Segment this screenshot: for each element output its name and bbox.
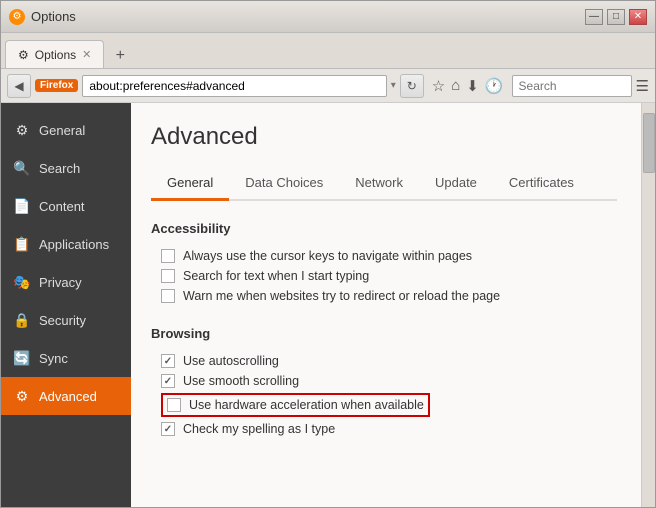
spell-check-label: Check my spelling as I type <box>183 422 335 436</box>
home-icon[interactable]: ⌂ <box>451 77 460 94</box>
sidebar-label-general: General <box>39 123 85 138</box>
privacy-icon: 🎭 <box>13 273 31 291</box>
search-typing-label: Search for text when I start typing <box>183 269 369 283</box>
sidebar-item-privacy[interactable]: 🎭 Privacy <box>1 263 131 301</box>
sidebar-label-advanced: Advanced <box>39 389 97 404</box>
address-bar: ◀ Firefox ▾ ↻ ☆ ⌂ ⬇ 🕐 ☰ <box>1 69 655 103</box>
minimize-button[interactable]: — <box>585 9 603 25</box>
sidebar-label-content: Content <box>39 199 85 214</box>
warn-redirect-label: Warn me when websites try to redirect or… <box>183 289 500 303</box>
sidebar: ⚙ General 🔍 Search 📄 Content 📋 Applicati… <box>1 103 131 507</box>
autoscroll-checkbox[interactable] <box>161 354 175 368</box>
content-wrapper: Advanced General Data Choices Network Up… <box>151 123 635 439</box>
main-layout: ⚙ General 🔍 Search 📄 Content 📋 Applicati… <box>1 103 655 507</box>
checkbox-row-cursor-keys: Always use the cursor keys to navigate w… <box>161 246 617 266</box>
hw-accel-label: Use hardware acceleration when available <box>189 398 424 412</box>
sidebar-item-content[interactable]: 📄 Content <box>1 187 131 225</box>
tab-icon: ⚙ <box>18 48 29 62</box>
smooth-scroll-checkbox[interactable] <box>161 374 175 388</box>
content-icon: 📄 <box>13 197 31 215</box>
advanced-icon: ⚙ <box>13 387 31 405</box>
new-tab-button[interactable]: + <box>108 44 132 68</box>
close-button[interactable]: ✕ <box>629 9 647 25</box>
sidebar-item-security[interactable]: 🔒 Security <box>1 301 131 339</box>
cursor-keys-checkbox[interactable] <box>161 249 175 263</box>
sidebar-item-general[interactable]: ⚙ General <box>1 111 131 149</box>
scrollbar-thumb[interactable] <box>643 113 655 173</box>
browser-tab[interactable]: ⚙ Options ✕ <box>5 40 104 68</box>
page-title: Advanced <box>151 123 617 151</box>
checkbox-row-search-typing: Search for text when I start typing <box>161 266 617 286</box>
title-bar: ⚙ Options — □ ✕ <box>1 1 655 33</box>
sidebar-label-sync: Sync <box>39 351 68 366</box>
history-icon[interactable]: 🕐 <box>485 77 504 95</box>
download-icon[interactable]: ⬇ <box>466 77 479 95</box>
security-icon: 🔒 <box>13 311 31 329</box>
bookmark-icon[interactable]: ☆ <box>432 77 445 95</box>
cursor-keys-label: Always use the cursor keys to navigate w… <box>183 249 472 263</box>
general-icon: ⚙ <box>13 121 31 139</box>
sync-icon: 🔄 <box>13 349 31 367</box>
hw-accel-checkbox[interactable] <box>167 398 181 412</box>
tab-network[interactable]: Network <box>339 167 419 201</box>
tab-general[interactable]: General <box>151 167 229 201</box>
checkbox-row-autoscroll: Use autoscrolling <box>161 351 617 371</box>
maximize-button[interactable]: □ <box>607 9 625 25</box>
firefox-badge: Firefox <box>35 79 78 92</box>
sidebar-label-security: Security <box>39 313 86 328</box>
smooth-scroll-label: Use smooth scrolling <box>183 374 299 388</box>
warn-redirect-checkbox[interactable] <box>161 289 175 303</box>
highlighted-hw-accel-row: Use hardware acceleration when available <box>161 393 430 417</box>
accessibility-title: Accessibility <box>151 221 617 236</box>
sidebar-item-applications[interactable]: 📋 Applications <box>1 225 131 263</box>
sidebar-label-applications: Applications <box>39 237 109 252</box>
browsing-section: Browsing Use autoscrolling Use smooth sc… <box>151 326 617 439</box>
url-input[interactable] <box>82 75 386 97</box>
window-title: Options <box>31 9 579 24</box>
sub-tab-bar: General Data Choices Network Update Cert… <box>151 167 617 201</box>
app-icon: ⚙ <box>9 9 25 25</box>
checkbox-row-warn-redirect: Warn me when websites try to redirect or… <box>161 286 617 306</box>
search-typing-checkbox[interactable] <box>161 269 175 283</box>
content-area: Advanced General Data Choices Network Up… <box>131 103 655 507</box>
checkbox-row-smooth-scroll: Use smooth scrolling <box>161 371 617 391</box>
sidebar-label-search: Search <box>39 161 80 176</box>
spell-check-checkbox[interactable] <box>161 422 175 436</box>
scrollbar-track[interactable] <box>641 103 655 507</box>
tab-update[interactable]: Update <box>419 167 493 201</box>
sidebar-item-advanced[interactable]: ⚙ Advanced <box>1 377 131 415</box>
tab-close-icon[interactable]: ✕ <box>82 48 91 61</box>
sidebar-item-sync[interactable]: 🔄 Sync <box>1 339 131 377</box>
reload-button[interactable]: ↻ <box>400 74 424 98</box>
tab-label: Options <box>35 48 76 62</box>
autoscroll-label: Use autoscrolling <box>183 354 279 368</box>
tab-certificates[interactable]: Certificates <box>493 167 590 201</box>
browser-tab-bar: ⚙ Options ✕ + <box>1 33 655 69</box>
sidebar-label-privacy: Privacy <box>39 275 82 290</box>
back-button[interactable]: ◀ <box>7 74 31 98</box>
menu-icon[interactable]: ☰ <box>636 77 649 95</box>
accessibility-section: Accessibility Always use the cursor keys… <box>151 221 617 306</box>
search-icon: 🔍 <box>13 159 31 177</box>
sidebar-item-search[interactable]: 🔍 Search <box>1 149 131 187</box>
window-controls: — □ ✕ <box>585 9 647 25</box>
dropdown-arrow-icon[interactable]: ▾ <box>391 80 396 91</box>
browsing-title: Browsing <box>151 326 617 341</box>
search-input[interactable] <box>512 75 632 97</box>
toolbar-icons: ☆ ⌂ ⬇ 🕐 <box>428 77 508 95</box>
checkbox-row-spell-check: Check my spelling as I type <box>161 419 617 439</box>
tab-data-choices[interactable]: Data Choices <box>229 167 339 201</box>
browser-window: ⚙ Options — □ ✕ ⚙ Options ✕ + ◀ Firefox … <box>0 0 656 508</box>
applications-icon: 📋 <box>13 235 31 253</box>
